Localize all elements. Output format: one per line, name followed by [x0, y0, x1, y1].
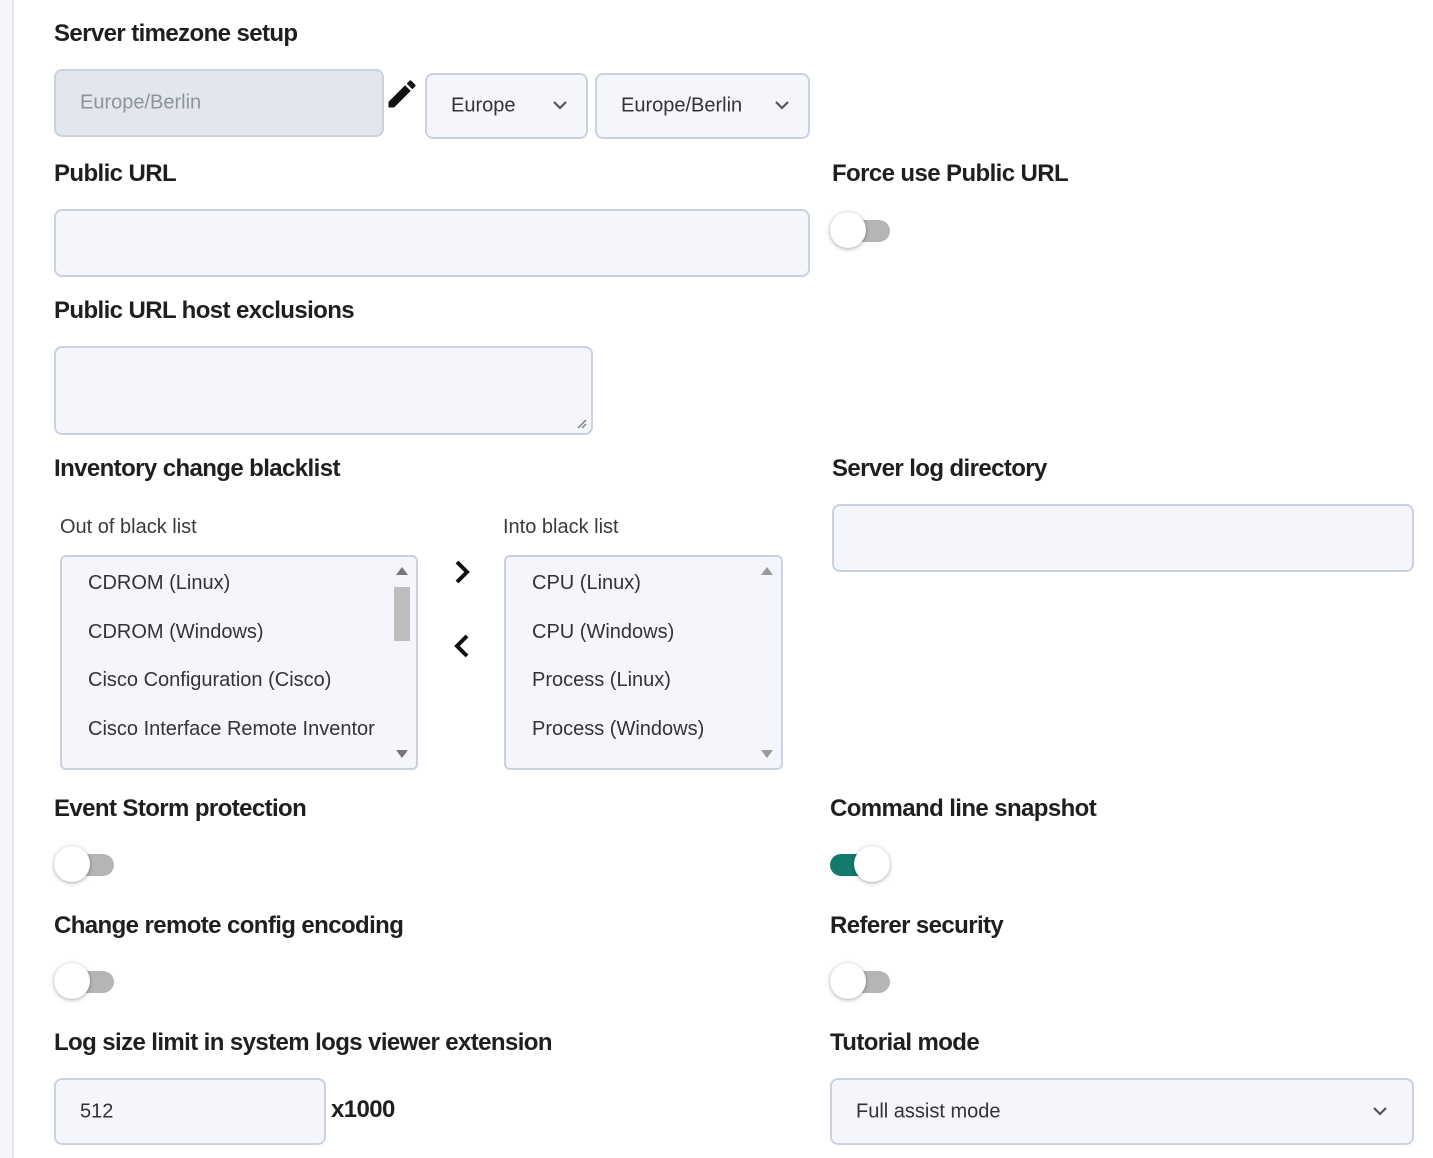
scroll-up-icon[interactable] [761, 567, 773, 575]
into-blacklist-listbox[interactable]: CPU (Linux) CPU (Windows) Process (Linux… [504, 555, 783, 770]
toggle-knob [854, 846, 890, 882]
tutorial-mode-label: Tutorial mode [830, 1029, 980, 1056]
scroll-down-icon[interactable] [396, 750, 408, 758]
chevron-down-icon [553, 101, 567, 110]
scrollbar[interactable] [757, 561, 777, 764]
chevron-down-icon [775, 101, 789, 110]
log-size-limit-value: 512 [80, 1100, 114, 1122]
public-url-label: Public URL [54, 160, 177, 187]
scrollbar-thumb[interactable] [394, 587, 410, 641]
event-storm-label: Event Storm protection [54, 795, 307, 822]
timezone-label: Server timezone setup [54, 20, 298, 47]
inventory-blacklist-label: Inventory change blacklist [54, 455, 340, 482]
scroll-up-icon[interactable] [396, 567, 408, 575]
scroll-down-icon[interactable] [761, 750, 773, 758]
list-item[interactable]: CDROM (Linux) [88, 572, 230, 595]
timezone-current-field: Europe/Berlin [54, 69, 384, 137]
list-item[interactable]: CPU (Windows) [532, 621, 674, 644]
into-blacklist-label: Into black list [503, 516, 619, 538]
timezone-zone-select[interactable]: Europe/Berlin [595, 73, 810, 139]
out-of-blacklist-label: Out of black list [60, 516, 197, 538]
force-public-url-toggle[interactable] [830, 212, 890, 248]
chevron-down-icon [1373, 1106, 1387, 1116]
command-line-snapshot-toggle[interactable] [830, 846, 890, 882]
referer-security-toggle[interactable] [830, 963, 890, 999]
toggle-knob [54, 846, 90, 882]
public-url-input[interactable] [54, 209, 810, 277]
move-left-icon[interactable] [447, 626, 477, 666]
list-item[interactable]: CDROM (Windows) [88, 621, 264, 644]
remote-config-encoding-toggle[interactable] [54, 963, 114, 999]
list-item[interactable]: Cisco Interface Remote Inventor [88, 718, 375, 741]
server-log-directory-input[interactable] [832, 504, 1414, 572]
timezone-zone-value: Europe/Berlin [621, 94, 743, 117]
scrollbar[interactable] [392, 561, 412, 764]
command-line-snapshot-label: Command line snapshot [830, 795, 1097, 822]
out-of-blacklist-listbox[interactable]: CDROM (Linux) CDROM (Windows) Cisco Conf… [60, 555, 418, 770]
list-item[interactable]: Process (Linux) [532, 669, 671, 692]
public-url-exclusions-textarea[interactable] [54, 346, 593, 435]
event-storm-toggle[interactable] [54, 846, 114, 882]
left-rail [0, 0, 14, 1158]
move-right-icon[interactable] [447, 552, 477, 592]
resize-grip-icon[interactable] [573, 415, 587, 429]
tutorial-mode-value: Full assist mode [856, 1100, 1001, 1122]
force-public-url-label: Force use Public URL [832, 160, 1069, 187]
pencil-icon[interactable] [384, 76, 420, 112]
public-url-exclusions-label: Public URL host exclusions [54, 297, 355, 324]
list-item[interactable]: CPU (Linux) [532, 572, 641, 595]
server-log-directory-label: Server log directory [832, 455, 1047, 482]
tutorial-mode-select[interactable]: Full assist mode [830, 1078, 1414, 1145]
timezone-region-select[interactable]: Europe [425, 73, 588, 139]
toggle-knob [830, 963, 866, 999]
remote-config-encoding-label: Change remote config encoding [54, 912, 404, 939]
timezone-current-value: Europe/Berlin [80, 91, 202, 114]
list-item[interactable]: Cisco Configuration (Cisco) [88, 669, 331, 692]
referer-security-label: Referer security [830, 912, 1004, 939]
log-size-limit-input[interactable]: 512 [54, 1078, 326, 1145]
timezone-region-value: Europe [451, 94, 516, 117]
log-size-limit-suffix: x1000 [331, 1096, 395, 1123]
toggle-knob [830, 212, 866, 248]
list-item[interactable]: Process (Windows) [532, 718, 704, 741]
log-size-limit-label: Log size limit in system logs viewer ext… [54, 1029, 553, 1056]
toggle-knob [54, 963, 90, 999]
